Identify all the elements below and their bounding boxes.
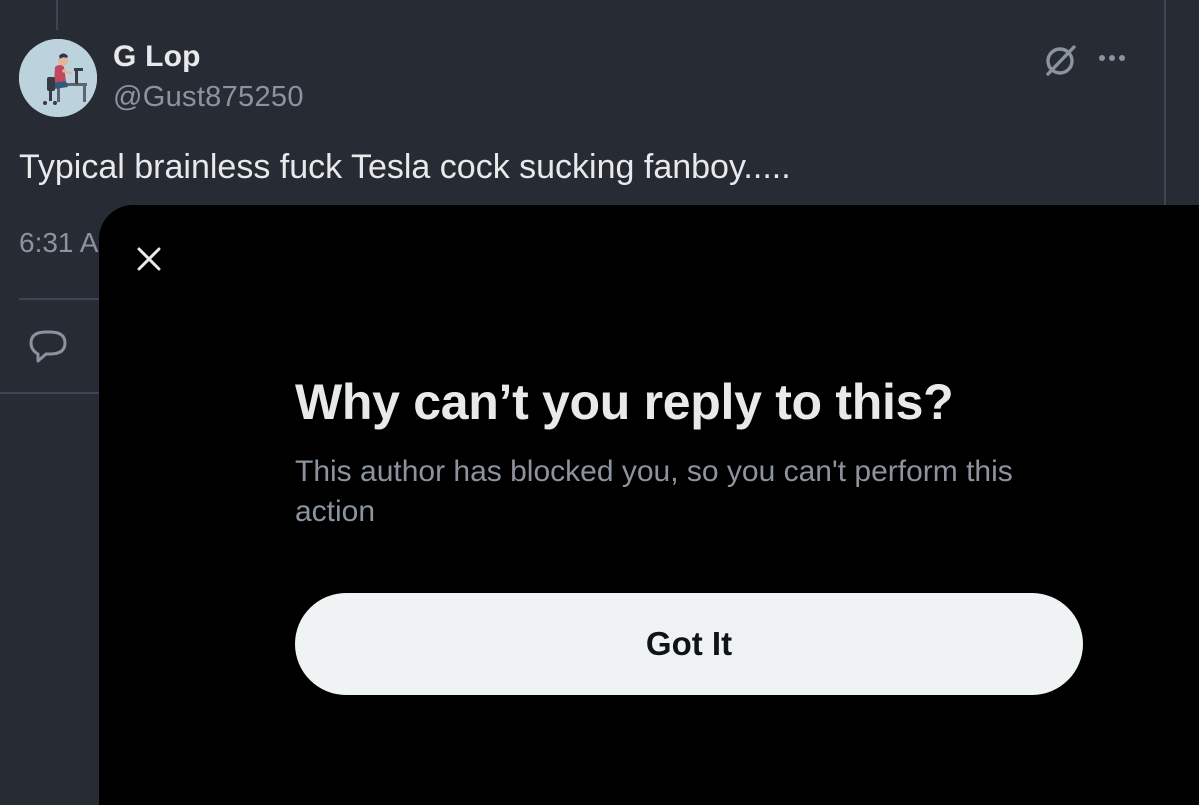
sheet-description: This author has blocked you, so you can'…: [295, 455, 1013, 528]
close-button[interactable]: [129, 239, 169, 279]
column-border: [1164, 0, 1166, 205]
tweet-timestamp[interactable]: 6:31 A: [19, 227, 98, 259]
got-it-button[interactable]: Got It: [295, 593, 1083, 695]
thread-line: [56, 0, 58, 30]
grok-icon[interactable]: [1040, 40, 1082, 80]
more-options-icon[interactable]: [1096, 46, 1132, 70]
reply-icon[interactable]: [27, 326, 69, 366]
close-icon: [137, 247, 161, 271]
author-display-name[interactable]: G Lop: [113, 40, 201, 74]
tweet-text: Typical brainless fuck Tesla cock suckin…: [19, 148, 791, 186]
sheet-title: Why can’t you reply to this?: [295, 374, 954, 430]
divider: [19, 298, 109, 300]
reply-restriction-sheet: Why can’t you reply to this? This author…: [99, 205, 1199, 805]
divider: [0, 392, 110, 394]
avatar-illustration: [19, 39, 97, 117]
author-handle[interactable]: @Gust875250: [113, 81, 304, 114]
avatar[interactable]: [19, 39, 97, 117]
